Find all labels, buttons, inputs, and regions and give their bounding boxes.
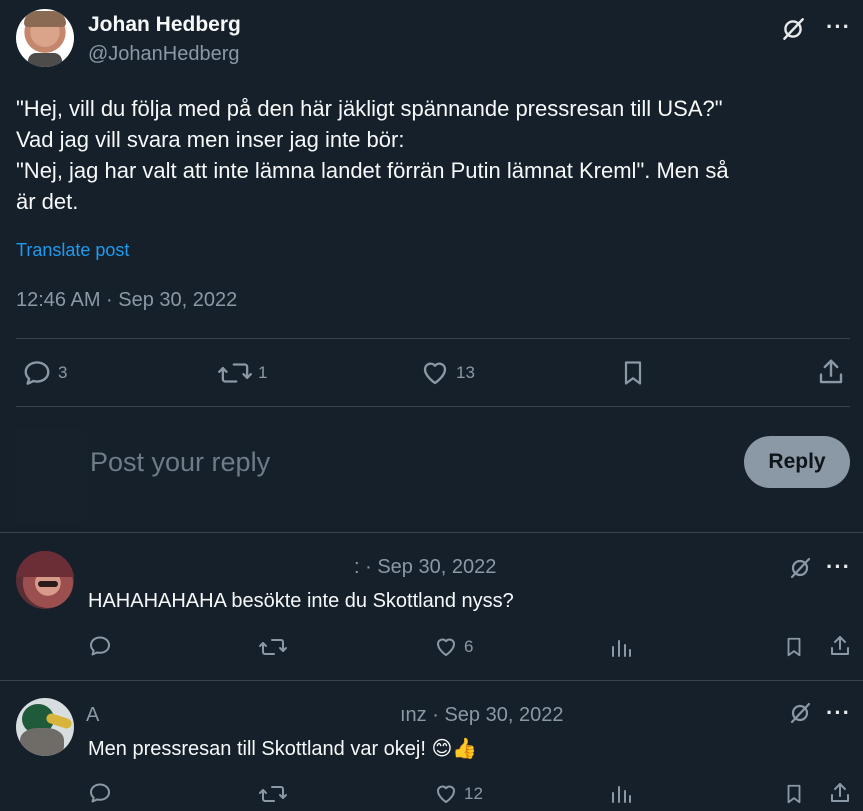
reply-button[interactable]	[88, 781, 118, 805]
bookmark-icon[interactable]	[619, 358, 647, 393]
author-avatar[interactable]	[16, 9, 74, 67]
repost-count: 1	[258, 363, 268, 382]
reply-count: 3	[58, 363, 68, 382]
reply-avatar[interactable]	[16, 698, 74, 756]
composer-avatar-placeholder	[16, 428, 86, 524]
reply-input[interactable]: Post your reply	[90, 447, 270, 478]
reply-text: Men pressresan till Skottland var okej! …	[88, 738, 478, 760]
reply-text: HAHAHAHAHA besökte inte du Skottland nys…	[88, 590, 514, 612]
share-icon[interactable]	[816, 357, 846, 392]
like-button[interactable]: 6	[434, 635, 473, 659]
reply-name-fragment[interactable]: A	[86, 704, 99, 727]
repost-icon	[258, 635, 288, 659]
tweet-line: "Hej, vill du följa med på den här jäkli…	[16, 96, 723, 121]
reply-button[interactable]: 3	[22, 358, 67, 388]
repost-button[interactable]: 1	[218, 358, 267, 388]
like-button[interactable]: 13	[420, 358, 475, 388]
grok-icon[interactable]	[788, 701, 812, 725]
more-icon[interactable]: ···	[826, 556, 851, 578]
grok-icon[interactable]	[788, 556, 812, 580]
tweet-text: "Hej, vill du följa med på den här jäkli…	[16, 93, 846, 217]
more-icon[interactable]: ···	[826, 16, 851, 38]
like-icon	[420, 358, 450, 388]
grok-icon[interactable]	[780, 16, 806, 42]
tweet-line: Vad jag vill svara men inser jag inte bö…	[16, 127, 405, 152]
reply-icon	[88, 781, 112, 805]
author-name[interactable]: Johan Hedberg	[88, 13, 241, 37]
tweet-timestamp[interactable]: 12:46 AM · Sep 30, 2022	[16, 289, 237, 312]
bookmark-icon[interactable]	[783, 782, 805, 811]
reply-icon	[22, 358, 52, 388]
like-count: 6	[464, 637, 474, 656]
reply-avatar[interactable]	[16, 551, 74, 609]
repost-icon	[218, 358, 252, 388]
repost-button[interactable]	[258, 782, 294, 806]
like-count: 12	[464, 784, 483, 803]
divider	[16, 338, 850, 339]
tweet-line: "Nej, jag har valt att inte lämna landet…	[16, 158, 729, 183]
views-icon[interactable]	[609, 782, 633, 811]
reply-meta[interactable]: : · Sep 30, 2022	[354, 556, 496, 579]
share-icon[interactable]	[828, 781, 852, 810]
reply-submit-button[interactable]: Reply	[744, 436, 850, 488]
reply-meta[interactable]: ınz · Sep 30, 2022	[400, 704, 563, 727]
repost-button[interactable]	[258, 635, 294, 659]
divider	[16, 406, 850, 407]
share-icon[interactable]	[828, 634, 852, 663]
more-icon[interactable]: ···	[826, 702, 851, 724]
divider	[0, 680, 863, 681]
tweet-line: är det.	[16, 189, 79, 214]
reply-button[interactable]	[88, 634, 118, 658]
divider	[0, 532, 863, 533]
like-icon	[434, 635, 458, 659]
like-icon	[434, 782, 458, 806]
author-handle[interactable]: @JohanHedberg	[88, 43, 240, 66]
views-icon[interactable]	[609, 636, 633, 665]
reply-icon	[88, 634, 112, 658]
like-count: 13	[456, 363, 475, 382]
like-button[interactable]: 12	[434, 782, 483, 806]
bookmark-icon[interactable]	[783, 635, 805, 664]
translate-link[interactable]: Translate post	[16, 240, 129, 261]
repost-icon	[258, 782, 288, 806]
